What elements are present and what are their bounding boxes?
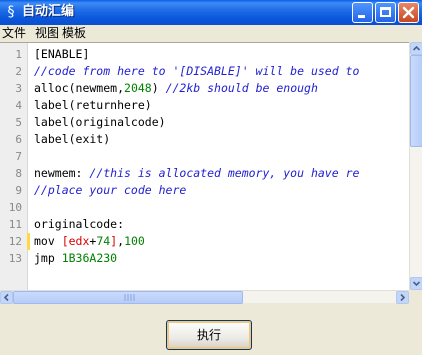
line-number: 9 [15, 184, 22, 197]
code-line: newmem: //this is allocated memory, you … [34, 165, 359, 182]
code-area[interactable]: [ENABLE] //code from here to '[DISABLE]' … [34, 43, 409, 290]
line-number: 12 [8, 235, 22, 248]
code-token-comment: //2kb should be enough [165, 81, 318, 95]
line-number: 2 [15, 65, 22, 78]
maximize-button[interactable] [375, 2, 396, 23]
window-title: 自动汇编 [22, 4, 75, 19]
scroll-down-button[interactable] [410, 277, 422, 290]
scroll-right-button[interactable] [396, 291, 409, 304]
code-token-comment: //this is allocated memory, you have re [89, 166, 360, 180]
chevron-down-icon [412, 281, 421, 287]
line-number: 11 [8, 218, 22, 231]
code-token-plain: label(exit) [34, 132, 111, 146]
scroll-up-button[interactable] [410, 42, 422, 55]
chevron-right-icon [400, 293, 406, 302]
maximize-icon [380, 7, 391, 17]
app-icon: § [7, 4, 15, 20]
code-token-plain: alloc(newmem, [34, 81, 125, 95]
code-line: mov [edx+74],100 [34, 233, 145, 250]
code-line: //place your code here [34, 182, 186, 199]
code-line: //code from here to '[DISABLE]' will be … [34, 63, 359, 80]
vertical-scrollbar[interactable] [409, 42, 422, 290]
code-editor[interactable]: 1 2 3 4 5 6 7 8 9 10 11 12 13 [ENABLE]//code from he… [0, 42, 409, 290]
line-number-gutter: 1 2 3 4 5 6 7 8 9 10 11 12 13 [0, 43, 28, 290]
code-token-plain: originalcode: [34, 217, 125, 231]
chevron-left-icon [3, 293, 9, 302]
execute-button[interactable]: 执行 [166, 320, 252, 350]
line-number: 6 [15, 133, 22, 146]
code-token-comment: //place your code here [34, 183, 187, 197]
code-line: jmp 1B36A230 [34, 250, 117, 267]
minimize-button[interactable] [352, 2, 373, 23]
line-number: 10 [8, 201, 22, 214]
chevron-up-icon [412, 45, 421, 51]
line-number: 3 [15, 82, 22, 95]
code-line: label(returnhere) [34, 97, 152, 114]
minimize-icon [358, 15, 365, 18]
code-line: [ENABLE] [34, 46, 89, 63]
code-token-plain: newmem: [34, 166, 90, 180]
line-number: 5 [15, 116, 22, 129]
close-button[interactable] [398, 2, 419, 23]
code-token-reg: [edx [61, 234, 90, 248]
code-token-plain: jmp [34, 251, 62, 265]
menu-view[interactable]: 视图 [35, 25, 59, 42]
code-token-num: 74 [96, 234, 111, 248]
code-token-num: 100 [124, 234, 145, 248]
modified-line-marker [27, 233, 30, 250]
scrollbar-corner [409, 290, 422, 303]
horizontal-scroll-thumb[interactable] [13, 291, 243, 304]
close-icon [402, 6, 415, 19]
code-token-plain: label(originalcode) [34, 115, 166, 129]
code-token-plain: mov [34, 234, 62, 248]
menu-file[interactable]: 文件 [2, 25, 26, 42]
code-token-plain: ) [151, 81, 166, 95]
line-number: 13 [8, 252, 22, 265]
menu-bar: 文件 视图 模板 [0, 25, 422, 42]
code-token-num: 1B36A230 [61, 251, 118, 265]
code-line: label(exit) [34, 131, 110, 148]
scroll-left-button[interactable] [0, 291, 13, 304]
line-number: 4 [15, 99, 22, 112]
line-number: 1 [15, 48, 22, 61]
title-bar[interactable]: § 自动汇编 [0, 0, 422, 25]
line-number: 7 [15, 150, 22, 163]
vertical-scroll-thumb[interactable] [410, 55, 422, 147]
line-number: 8 [15, 167, 22, 180]
menu-template[interactable]: 模板 [62, 25, 86, 42]
code-token-comment: //code from here to '[DISABLE]' will be … [34, 64, 360, 78]
horizontal-scrollbar[interactable] [0, 290, 409, 304]
code-line: alloc(newmem,2048) //2kb should be enoug… [34, 80, 318, 97]
code-token-num: 2048 [124, 81, 152, 95]
code-line: label(originalcode) [34, 114, 166, 131]
grip-icon [124, 294, 135, 301]
code-line: originalcode: [34, 216, 124, 233]
code-token-plain: [ENABLE] [34, 47, 90, 61]
code-token-plain: label(returnhere) [34, 98, 152, 112]
